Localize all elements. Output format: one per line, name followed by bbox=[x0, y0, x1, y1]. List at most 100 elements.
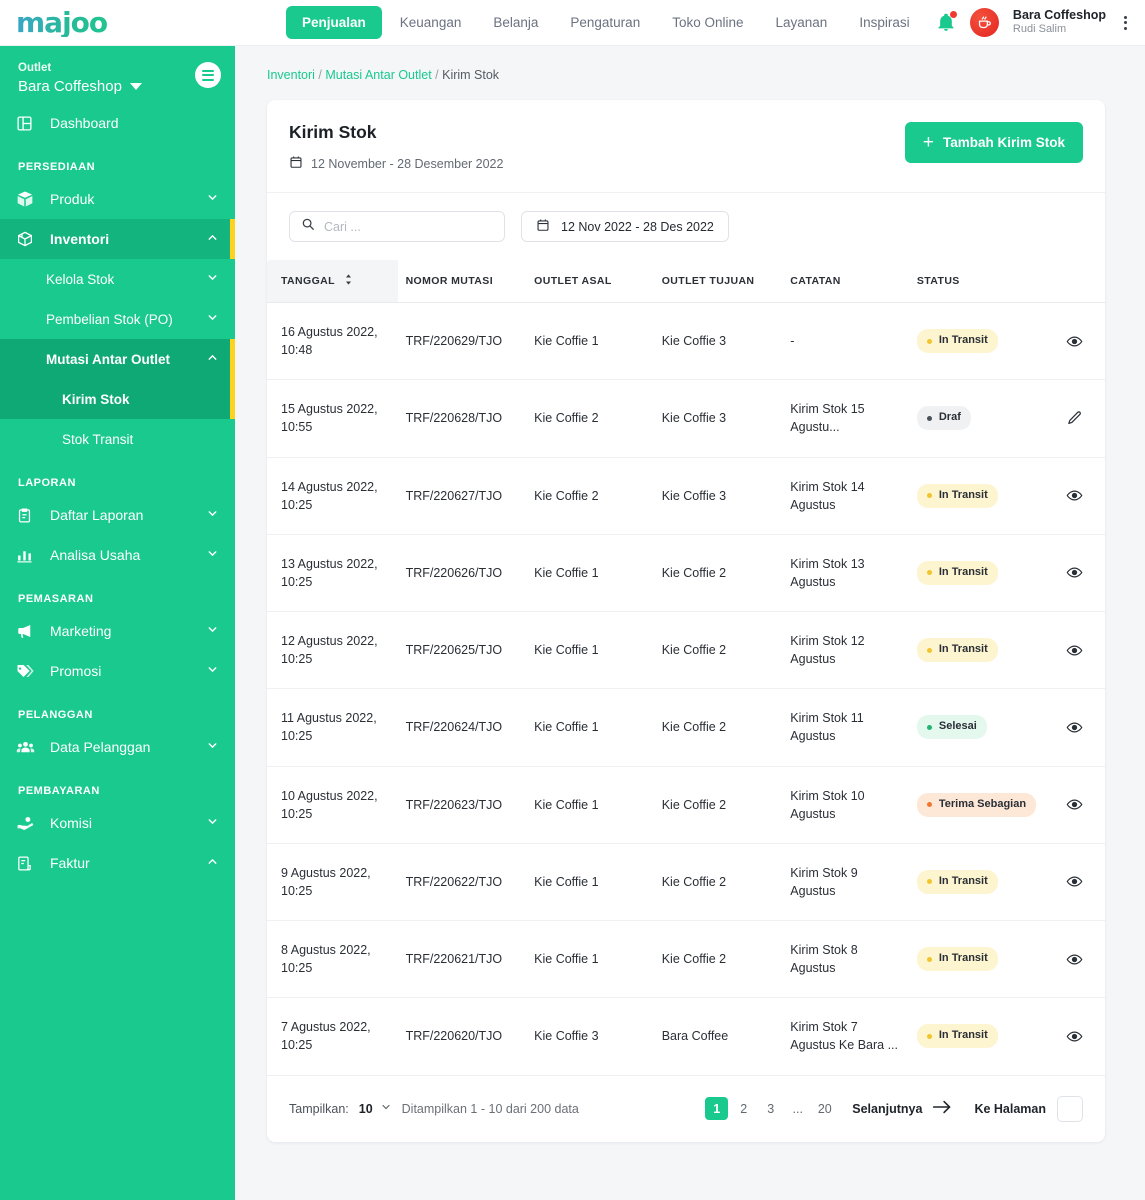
table-row[interactable]: 11 Agustus 2022, 10:25 TRF/220624/TJO Kie … bbox=[267, 688, 1105, 767]
kirim-stok-card: Kirim Stok 12 November - 28 Desember 202… bbox=[267, 100, 1105, 1142]
tab-pengaturan[interactable]: Pengaturan bbox=[556, 7, 654, 38]
breadcrumb-item-inventori[interactable]: Inventori bbox=[267, 68, 315, 82]
sidebar-item-mutasi-antar-outlet[interactable]: Mutasi Antar Outlet bbox=[0, 339, 235, 379]
search-box[interactable] bbox=[289, 211, 505, 242]
next-page-button[interactable]: Selanjutnya bbox=[852, 1099, 952, 1118]
sidebar-item-inventori[interactable]: Inventori bbox=[0, 219, 235, 259]
status-badge: In Transit bbox=[916, 1024, 998, 1049]
cell-nomor: TRF/220620/TJO bbox=[397, 997, 527, 1076]
tab-penjualan[interactable]: Penjualan bbox=[286, 6, 382, 39]
clipboard-icon bbox=[16, 507, 38, 524]
tab-toko-online[interactable]: Toko Online bbox=[658, 7, 757, 38]
sidebar-item-data-pelanggan[interactable]: Data Pelanggan bbox=[0, 727, 235, 767]
cell-asal: Kie Coffie 1 bbox=[526, 688, 654, 767]
column-header-tanggal[interactable]: TANGGAL bbox=[267, 260, 398, 303]
go-to-page: Ke Halaman bbox=[974, 1095, 1083, 1122]
search-input[interactable] bbox=[324, 219, 493, 234]
view-icon[interactable] bbox=[1053, 487, 1097, 504]
cell-tanggal: 7 Agustus 2022, 10:25 bbox=[267, 997, 398, 1076]
sidebar-item-kelola-stok[interactable]: Kelola Stok bbox=[0, 259, 235, 299]
sidebar-item-kirim-stok[interactable]: Kirim Stok bbox=[0, 379, 235, 419]
status-badge: Terima Sebagian bbox=[916, 792, 1037, 817]
column-header-outlet-asal: OUTLET ASAL bbox=[526, 260, 654, 303]
page-button-20[interactable]: 20 bbox=[813, 1097, 836, 1120]
sort-icon[interactable] bbox=[344, 274, 353, 288]
status-badge-label: In Transit bbox=[938, 1029, 988, 1042]
table-row[interactable]: 8 Agustus 2022, 10:25 TRF/220621/TJO Kie C… bbox=[267, 920, 1105, 999]
tab-keuangan[interactable]: Keuangan bbox=[386, 7, 476, 38]
avatar[interactable] bbox=[969, 8, 999, 37]
cell-tujuan: Bara Coffee bbox=[653, 997, 783, 1076]
cell-status: Selesai bbox=[908, 688, 1045, 767]
view-icon[interactable] bbox=[1053, 719, 1097, 736]
sidebar-item-dashboard[interactable]: Dashboard bbox=[0, 103, 235, 143]
sidebar-item-komisi[interactable]: Komisi bbox=[0, 803, 235, 843]
sidebar-group-laporan: LAPORAN bbox=[18, 477, 76, 489]
table-row[interactable]: 13 Agustus 2022, 10:25 TRF/220626/TJO Kie … bbox=[267, 534, 1105, 613]
cell-catatan: Kirim Stok 10 Agustus bbox=[782, 766, 909, 844]
chevron-down-icon bbox=[206, 547, 219, 563]
view-icon[interactable] bbox=[1053, 564, 1097, 581]
page-button-1[interactable]: 1 bbox=[705, 1097, 729, 1120]
cell-asal: Kie Coffie 3 bbox=[526, 997, 654, 1076]
sidebar-item-marketing[interactable]: Marketing bbox=[0, 611, 235, 651]
cell-tanggal: 12 Agustus 2022, 10:25 bbox=[267, 611, 398, 690]
sidebar-item-faktur[interactable]: Faktur bbox=[0, 843, 235, 883]
sidebar-item-promosi[interactable]: Promosi bbox=[0, 651, 235, 691]
view-icon[interactable] bbox=[1053, 873, 1097, 890]
add-kirim-stok-button[interactable]: + Tambah Kirim Stok bbox=[904, 122, 1083, 163]
people-icon bbox=[16, 738, 38, 757]
tab-layanan[interactable]: Layanan bbox=[762, 7, 842, 38]
view-icon[interactable] bbox=[1053, 642, 1097, 659]
sidebar-item-analisa-usaha[interactable]: Analisa Usaha bbox=[0, 535, 235, 575]
pagination-bar: Tampilkan: 10 Ditampilkan 1 - 10 dari 20… bbox=[267, 1076, 1105, 1132]
view-icon[interactable] bbox=[1053, 796, 1097, 813]
edit-icon[interactable] bbox=[1053, 410, 1097, 427]
status-dot-icon bbox=[926, 724, 932, 730]
page-button-2[interactable]: 2 bbox=[732, 1097, 755, 1120]
table-head: TANGGAL NOMOR MUTASI OUTLET ASAL OUTLET … bbox=[267, 260, 1105, 303]
table-row[interactable]: 10 Agustus 2022, 10:25 TRF/220623/TJO Kie … bbox=[267, 766, 1105, 844]
table-row[interactable]: 16 Agustus 2022, 10:48 TRF/220629/TJO Kie … bbox=[267, 302, 1105, 381]
page-button-3[interactable]: 3 bbox=[759, 1097, 782, 1120]
sidebar-item-daftar-laporan[interactable]: Daftar Laporan bbox=[0, 495, 235, 535]
table-row[interactable]: 14 Agustus 2022, 10:25 TRF/220627/TJO Kie … bbox=[267, 457, 1105, 535]
table-row[interactable]: 12 Agustus 2022, 10:25 TRF/220625/TJO Kie … bbox=[267, 611, 1105, 690]
sidebar-item-produk[interactable]: Produk bbox=[0, 179, 235, 219]
kirim-stok-table: TANGGAL NOMOR MUTASI OUTLET ASAL OUTLET … bbox=[267, 260, 1105, 1076]
table-row[interactable]: 7 Agustus 2022, 10:25 TRF/220620/TJO Kie C… bbox=[267, 997, 1105, 1076]
sidebar-item-label: Marketing bbox=[50, 623, 112, 639]
view-icon[interactable] bbox=[1053, 951, 1097, 968]
bell-icon[interactable] bbox=[936, 10, 957, 34]
tab-belanja[interactable]: Belanja bbox=[479, 7, 552, 38]
tab-inspirasi[interactable]: Inspirasi bbox=[845, 7, 923, 38]
table-row[interactable]: 15 Agustus 2022, 10:55 TRF/220628/TJO Kie … bbox=[267, 379, 1105, 458]
chevron-down-icon bbox=[206, 311, 219, 327]
majoo-logo[interactable]: majoo bbox=[16, 8, 126, 37]
cell-action bbox=[1044, 534, 1105, 613]
sidebar-item-pembelian-stok-po[interactable]: Pembelian Stok (PO) bbox=[0, 299, 235, 339]
page-size-select[interactable]: 10 bbox=[359, 1101, 392, 1116]
chevron-down-icon bbox=[206, 271, 219, 287]
go-to-page-input[interactable] bbox=[1057, 1095, 1083, 1122]
cell-asal: Kie Coffie 1 bbox=[526, 611, 654, 690]
megaphone-icon bbox=[16, 622, 38, 640]
more-options-icon[interactable] bbox=[1120, 14, 1131, 32]
view-icon[interactable] bbox=[1053, 333, 1097, 350]
sidebar-item-stok-transit[interactable]: Stok Transit bbox=[0, 419, 235, 459]
cell-asal: Kie Coffie 1 bbox=[526, 843, 654, 922]
cell-nomor: TRF/220628/TJO bbox=[397, 379, 527, 458]
hamburger-menu-button[interactable] bbox=[195, 62, 221, 88]
cell-tujuan: Kie Coffie 2 bbox=[653, 611, 783, 690]
status-badge: Selesai bbox=[916, 715, 987, 740]
outlet-selector[interactable]: Bara Coffeshop bbox=[18, 78, 217, 95]
sidebar-item-label: Kelola Stok bbox=[46, 271, 115, 287]
table-row[interactable]: 9 Agustus 2022, 10:25 TRF/220622/TJO Kie C… bbox=[267, 843, 1105, 922]
view-icon[interactable] bbox=[1053, 1028, 1097, 1045]
date-range-filter[interactable]: 12 Nov 2022 - 28 Des 2022 bbox=[521, 211, 729, 242]
cell-tanggal: 11 Agustus 2022, 10:25 bbox=[267, 688, 398, 767]
breadcrumb-item-mutasi-antar-outlet[interactable]: Mutasi Antar Outlet bbox=[325, 68, 431, 82]
next-page-label: Selanjutnya bbox=[852, 1101, 923, 1116]
plus-icon: + bbox=[922, 132, 934, 153]
sidebar-group-pembayaran: PEMBAYARAN bbox=[18, 785, 100, 797]
